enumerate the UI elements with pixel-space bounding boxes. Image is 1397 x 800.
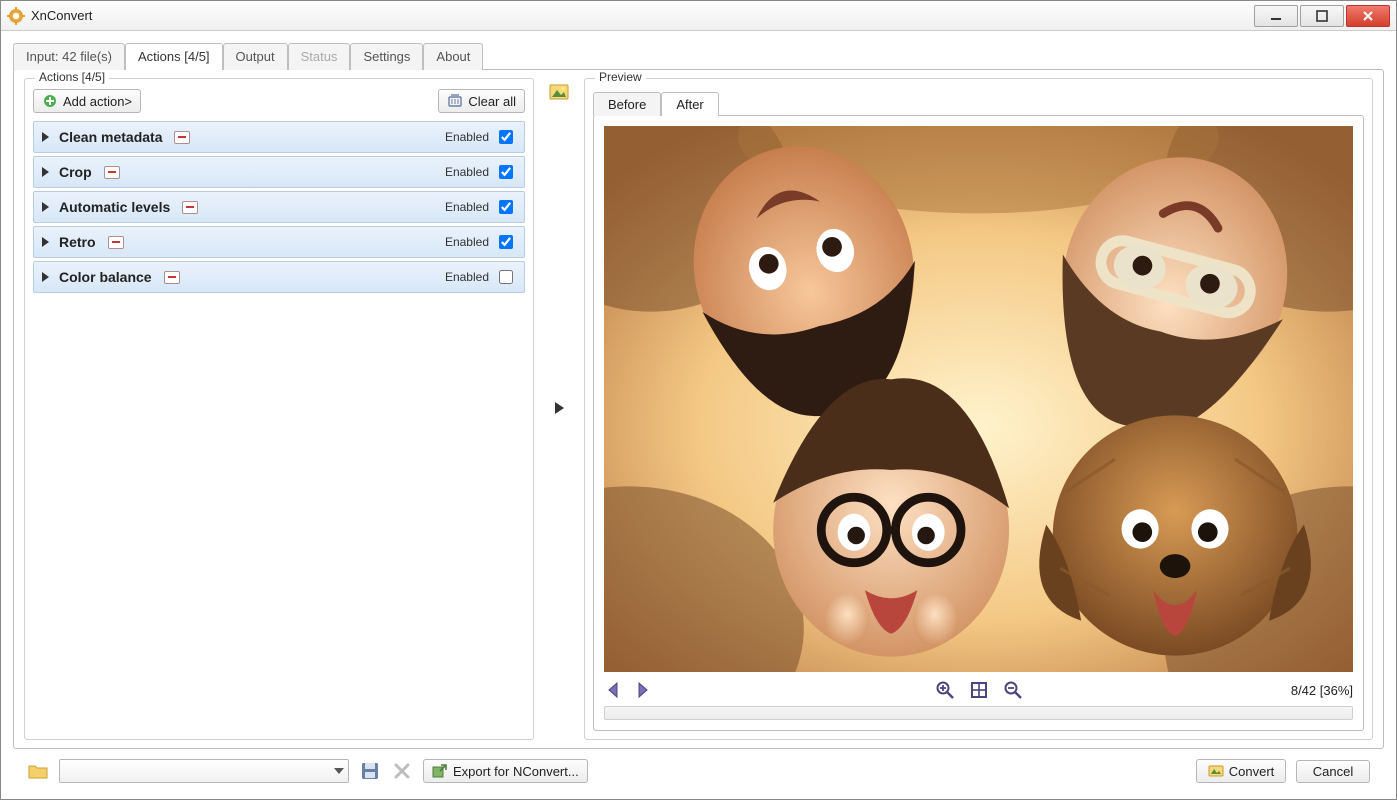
action-enabled-checkbox[interactable]: [499, 235, 513, 249]
tab-settings[interactable]: Settings: [350, 43, 423, 70]
convert-icon: [1208, 763, 1224, 779]
expand-icon[interactable]: [42, 237, 49, 247]
actions-toolbar: Add action> Clear all: [33, 89, 525, 113]
preview-column: Preview Before After: [584, 78, 1373, 740]
cancel-label: Cancel: [1313, 764, 1353, 779]
action-row[interactable]: Crop Enabled: [33, 156, 525, 188]
add-action-button[interactable]: Add action>: [33, 89, 141, 113]
action-name: Crop: [59, 164, 92, 180]
tab-actions[interactable]: Actions [4/5]: [125, 43, 223, 70]
app-icon: [7, 7, 25, 25]
remove-action-icon[interactable]: [104, 166, 120, 179]
tab-status[interactable]: Status: [288, 43, 351, 70]
action-enabled: Enabled: [445, 127, 516, 147]
app-window: XnConvert Input: 42 file(s) Actions [4/5…: [0, 0, 1397, 800]
remove-action-icon[interactable]: [164, 271, 180, 284]
expand-icon[interactable]: [42, 202, 49, 212]
close-button[interactable]: [1346, 5, 1390, 27]
enabled-label: Enabled: [445, 130, 489, 144]
export-nconvert-label: Export for NConvert...: [453, 764, 579, 779]
preset-select[interactable]: [59, 759, 349, 783]
tab-about[interactable]: About: [423, 43, 483, 70]
preview-scrollbar[interactable]: [604, 706, 1353, 720]
remove-action-icon[interactable]: [108, 236, 124, 249]
enabled-label: Enabled: [445, 270, 489, 284]
next-image-icon[interactable]: [632, 680, 652, 700]
window-buttons: [1252, 5, 1390, 27]
fit-screen-icon[interactable]: [969, 680, 989, 700]
open-folder-icon[interactable]: [27, 760, 49, 782]
zoom-out-icon[interactable]: [1003, 680, 1023, 700]
window-body: Input: 42 file(s) Actions [4/5] Output S…: [1, 31, 1396, 799]
action-row[interactable]: Color balance Enabled: [33, 261, 525, 293]
action-enabled-checkbox[interactable]: [499, 165, 513, 179]
action-enabled: Enabled: [445, 162, 516, 182]
clear-icon: [447, 93, 463, 109]
action-row[interactable]: Clean metadata Enabled: [33, 121, 525, 153]
tab-before[interactable]: Before: [593, 92, 661, 116]
preview-image: [604, 126, 1353, 672]
tab-input[interactable]: Input: 42 file(s): [13, 43, 125, 70]
action-name: Automatic levels: [59, 199, 170, 215]
expand-icon[interactable]: [42, 272, 49, 282]
preview-footer: 8/42 [36%]: [604, 680, 1353, 700]
preview-groupbox: Preview Before After: [584, 78, 1373, 740]
enabled-label: Enabled: [445, 235, 489, 249]
minimize-button[interactable]: [1254, 5, 1298, 27]
remove-action-icon[interactable]: [182, 201, 198, 214]
picture-icon[interactable]: [549, 82, 569, 102]
actions-list: Clean metadata Enabled Crop: [33, 121, 525, 731]
expand-icon[interactable]: [42, 132, 49, 142]
remove-action-icon[interactable]: [174, 131, 190, 144]
chevron-down-icon: [334, 768, 344, 774]
add-icon: [42, 93, 58, 109]
action-row[interactable]: Retro Enabled: [33, 226, 525, 258]
action-enabled-checkbox[interactable]: [499, 200, 513, 214]
action-row[interactable]: Automatic levels Enabled: [33, 191, 525, 223]
enabled-label: Enabled: [445, 200, 489, 214]
maximize-button[interactable]: [1300, 5, 1344, 27]
action-name: Retro: [59, 234, 96, 250]
preview-status: 8/42 [36%]: [1291, 683, 1353, 698]
tab-output[interactable]: Output: [223, 43, 288, 70]
nav-arrows: [604, 680, 652, 700]
actions-groupbox: Actions [4/5] Add action> Clear all: [24, 78, 534, 740]
tab-panel: Actions [4/5] Add action> Clear all: [13, 69, 1384, 749]
preview-group-label: Preview: [595, 70, 646, 84]
action-name: Color balance: [59, 269, 152, 285]
action-enabled-checkbox[interactable]: [499, 130, 513, 144]
convert-label: Convert: [1229, 764, 1275, 779]
action-enabled: Enabled: [445, 267, 516, 287]
delete-icon[interactable]: [391, 760, 413, 782]
bottom-bar: Export for NConvert... Convert Cancel: [13, 749, 1384, 793]
tab-after[interactable]: After: [661, 92, 718, 116]
clear-all-label: Clear all: [468, 94, 516, 109]
titlebar: XnConvert: [1, 1, 1396, 31]
save-icon[interactable]: [359, 760, 381, 782]
preview-frame: 8/42 [36%]: [593, 115, 1364, 731]
action-enabled: Enabled: [445, 197, 516, 217]
preview-tabs: Before After: [593, 89, 1364, 115]
export-nconvert-button[interactable]: Export for NConvert...: [423, 759, 588, 783]
zoom-controls: [935, 680, 1023, 700]
action-enabled: Enabled: [445, 232, 516, 252]
enabled-label: Enabled: [445, 165, 489, 179]
collapse-arrow-icon[interactable]: [555, 402, 564, 414]
add-action-label: Add action>: [63, 94, 132, 109]
middle-column: [542, 78, 576, 740]
window-title: XnConvert: [31, 8, 92, 23]
zoom-in-icon[interactable]: [935, 680, 955, 700]
prev-image-icon[interactable]: [604, 680, 624, 700]
action-name: Clean metadata: [59, 129, 162, 145]
cancel-button[interactable]: Cancel: [1296, 760, 1370, 783]
export-icon: [432, 763, 448, 779]
actions-column: Actions [4/5] Add action> Clear all: [24, 78, 534, 740]
clear-all-button[interactable]: Clear all: [438, 89, 525, 113]
action-enabled-checkbox[interactable]: [499, 270, 513, 284]
actions-group-label: Actions [4/5]: [35, 70, 109, 84]
convert-button[interactable]: Convert: [1196, 759, 1286, 783]
expand-icon[interactable]: [42, 167, 49, 177]
main-tabs: Input: 42 file(s) Actions [4/5] Output S…: [13, 39, 1384, 69]
